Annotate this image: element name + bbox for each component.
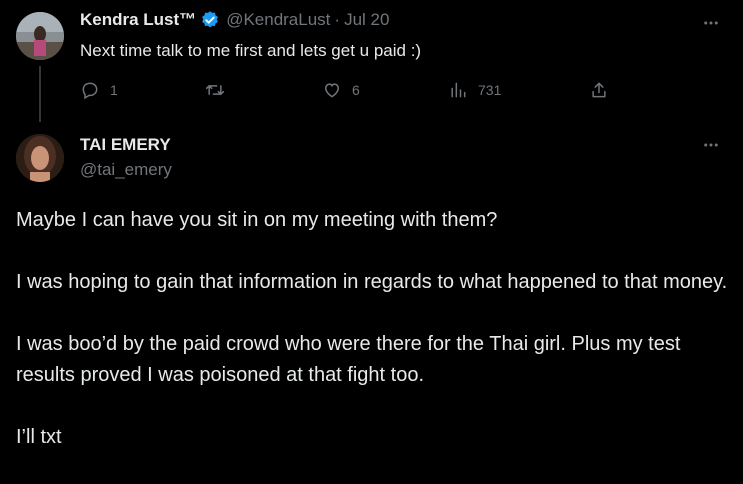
thread-connector-line	[39, 66, 41, 122]
view-count: 731	[478, 82, 502, 98]
tweet-date[interactable]: Jul 20	[344, 10, 389, 30]
share-icon	[592, 82, 606, 98]
tweet-body: Maybe I can have you sit in on my meetin…	[16, 205, 728, 484]
views-button[interactable]: 731	[448, 80, 501, 100]
tweet-paragraph: I’ll txt	[16, 426, 62, 448]
author-handle[interactable]: @KendraLust	[226, 10, 330, 30]
retweet-icon	[205, 85, 225, 95]
like-button[interactable]: 6	[322, 80, 360, 100]
tweet-paragraph: Maybe I can have you sit in on my meetin…	[16, 209, 498, 231]
share-button[interactable]	[589, 80, 609, 100]
tweet-paragraph: I was boo’d by the paid crowd who were t…	[16, 333, 681, 386]
reply-text: Next time talk to me first and lets get …	[80, 41, 422, 60]
author-name[interactable]: TAI EMERY	[80, 135, 171, 155]
avatar[interactable]	[16, 134, 64, 182]
views-icon	[451, 82, 466, 98]
reply-button[interactable]: 1	[80, 80, 118, 100]
action-bar: 1 6 731	[80, 80, 620, 104]
retweet-button[interactable]	[205, 80, 225, 100]
verified-icon	[200, 10, 220, 30]
like-icon	[324, 83, 340, 98]
avatar[interactable]	[16, 12, 64, 60]
separator-dot: ·	[334, 10, 341, 29]
reply-count: 1	[110, 82, 118, 98]
reply-header: Kendra Lust™ @KendraLust · Jul 20	[80, 10, 389, 30]
like-count: 6	[352, 82, 360, 98]
more-icon[interactable]	[701, 135, 721, 155]
more-icon[interactable]	[701, 13, 721, 33]
author-handle[interactable]: @tai_emery	[80, 160, 172, 180]
author-name[interactable]: Kendra Lust™	[80, 10, 196, 30]
tweet-paragraph: I was hoping to gain that information in…	[16, 271, 728, 293]
reply-icon	[82, 82, 98, 100]
